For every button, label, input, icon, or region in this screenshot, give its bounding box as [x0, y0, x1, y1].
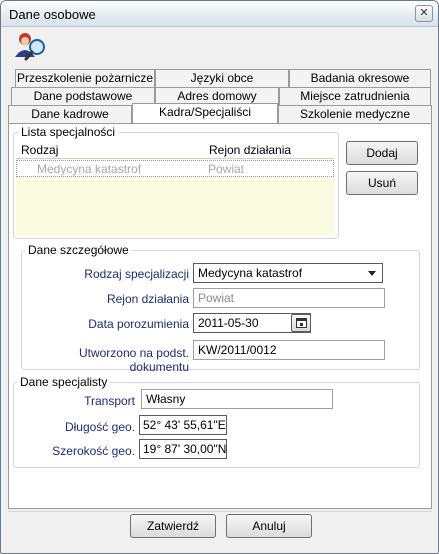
specialty-type-select[interactable]: Medycyna katastrof	[193, 263, 383, 283]
transport-field[interactable]: Własny	[141, 389, 333, 409]
longitude-field[interactable]: 52° 43' 55,61"E	[139, 415, 227, 435]
calendar-icon	[296, 318, 307, 328]
tab-label: Badania okresowe	[310, 71, 410, 85]
details-label: Dane szczegółowe	[25, 243, 132, 257]
tab-label: Dane kadrowe	[31, 107, 109, 121]
column-header-rodzaj[interactable]: Rodzaj	[21, 143, 58, 157]
tab-badania-okresowe[interactable]: Badania okresowe	[289, 69, 431, 87]
tab-label: Kadra/Specjaliści	[158, 105, 252, 119]
region-field[interactable]: Powiat	[193, 288, 385, 308]
longitude-label: Długość geo.	[64, 420, 135, 434]
close-icon: ✕	[419, 7, 429, 19]
document-field[interactable]: KW/2011/0012	[193, 340, 385, 360]
agreement-date-label: Data porozumienia	[88, 317, 189, 331]
tab-label: Adres domowy	[177, 89, 257, 103]
row-rodzaj: Medycyna katastrof	[37, 162, 142, 176]
title-bar: Dane osobowe ✕	[1, 1, 438, 27]
tab-przeszkolenie-pozarnicze[interactable]: Przeszkolenie pożarnicze	[15, 69, 155, 87]
specialty-list-label: Lista specjalności	[18, 125, 119, 139]
list-header: Rodzaj Rejon działania	[16, 142, 334, 159]
tab-szkolenie-medyczne[interactable]: Szkolenie medyczne	[278, 105, 432, 123]
tab-jezyki-obce[interactable]: Języki obce	[155, 69, 289, 87]
agreement-date-value: 2011-05-30	[198, 316, 259, 330]
list-item[interactable]: Medycyna katastrof Powiat	[16, 160, 334, 177]
person-search-icon	[15, 33, 45, 61]
tab-label: Szkolenie medyczne	[299, 107, 411, 121]
confirm-button[interactable]: Zatwierdź	[130, 514, 216, 538]
window-title: Dane osobowe	[9, 7, 96, 22]
tab-label: Miejsce zatrudnienia	[300, 89, 410, 103]
tab-label: Dane podstawowe	[33, 89, 133, 103]
latitude-field[interactable]: 19° 87' 30,00"N	[139, 439, 227, 459]
region-label: Rejon działania	[106, 292, 189, 306]
transport-label: Transport	[84, 394, 135, 408]
tab-miejsce-zatrudnienia[interactable]: Miejsce zatrudnienia	[279, 87, 431, 105]
row-rejon: Powiat	[208, 162, 245, 176]
tab-dane-kadrowe[interactable]: Dane kadrowe	[8, 105, 132, 123]
specialty-type-label: Rodzaj specjalizacji	[84, 267, 189, 281]
column-header-rejon[interactable]: Rejon działania	[209, 143, 291, 157]
chevron-down-icon	[368, 271, 376, 276]
close-button[interactable]: ✕	[415, 5, 433, 22]
tab-label: Języki obce	[190, 71, 254, 85]
cancel-button[interactable]: Anuluj	[226, 514, 312, 538]
calendar-button[interactable]	[291, 314, 311, 332]
tab-kadra-specjalisci[interactable]: Kadra/Specjaliści	[132, 103, 278, 123]
add-button[interactable]: Dodaj	[346, 141, 418, 165]
footer-bar	[8, 511, 432, 547]
specialist-label: Dane specjalisty	[17, 375, 111, 389]
specialty-type-value: Medycyna katastrof	[198, 266, 303, 280]
tab-label: Przeszkolenie pożarnicze	[16, 71, 154, 85]
document-label: Utworzono na podst. dokumentu	[78, 346, 189, 374]
remove-button[interactable]: Usuń	[346, 171, 418, 195]
dialog-window: Dane osobowe ✕ Przeszkolenie pożarnicze …	[0, 0, 439, 554]
latitude-label: Szerokość geo.	[52, 444, 135, 458]
specialty-list[interactable]: Medycyna katastrof Powiat	[16, 159, 334, 235]
